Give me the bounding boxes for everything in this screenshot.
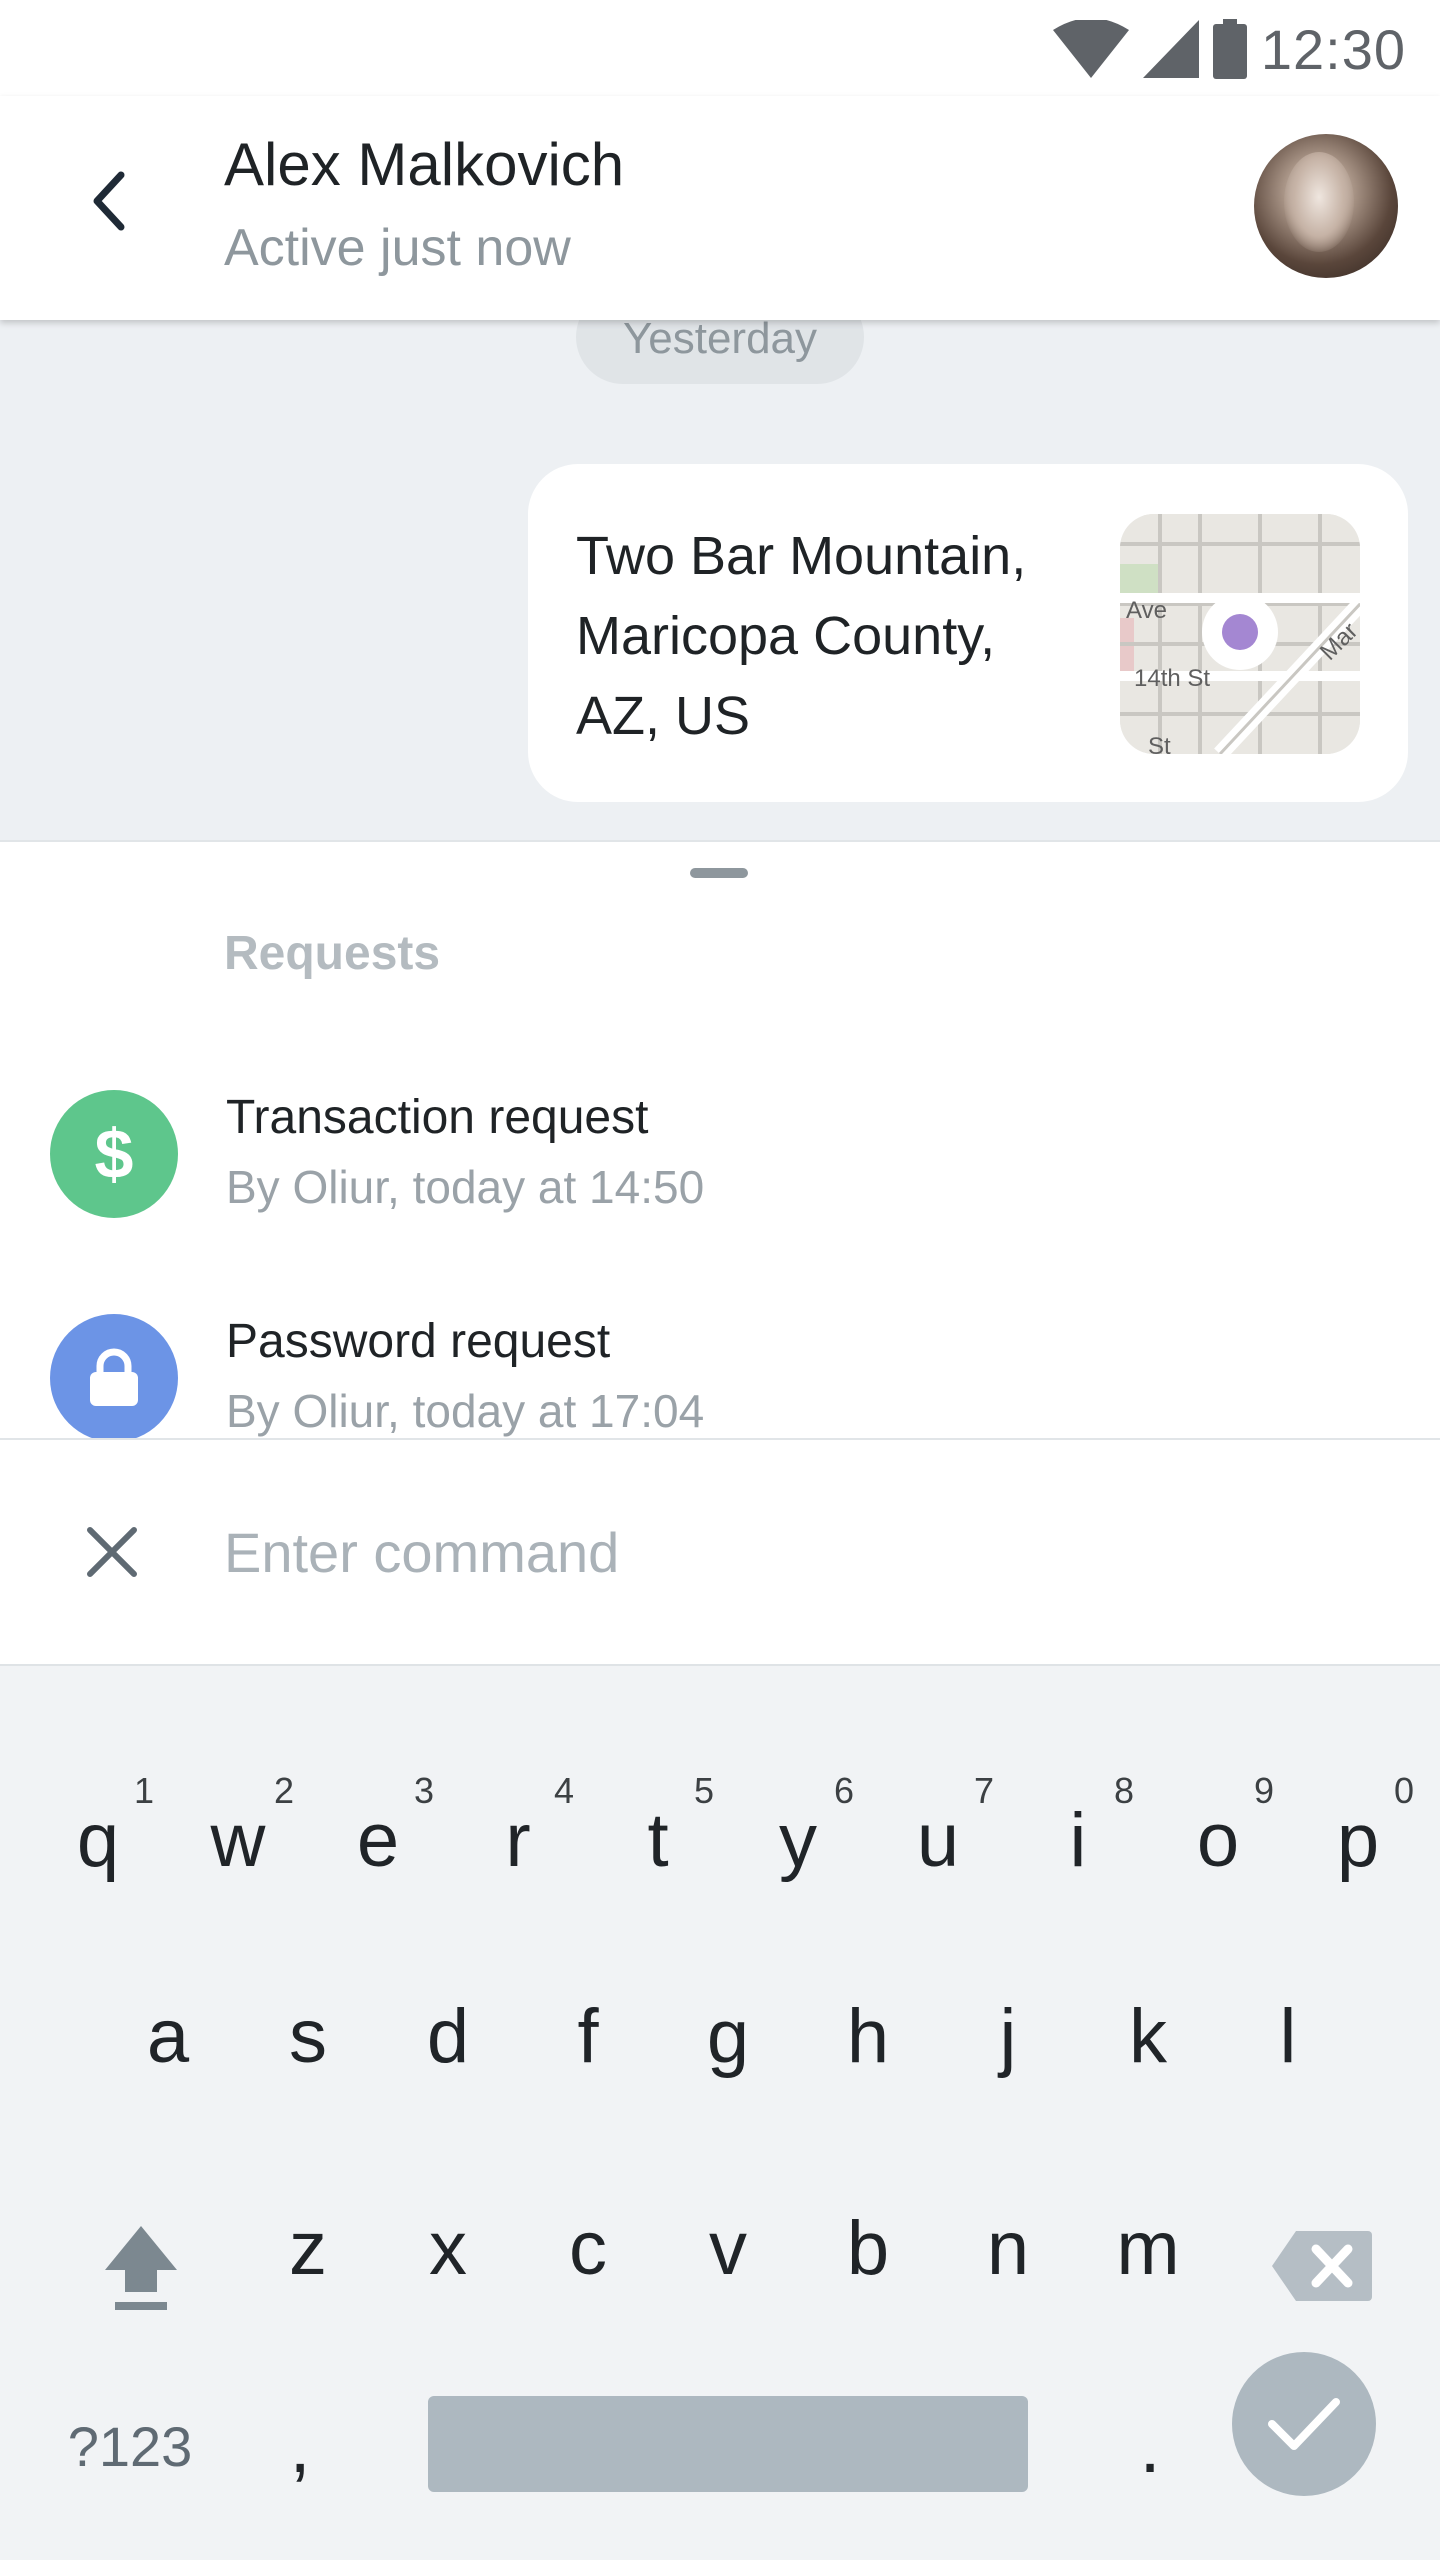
map-label-st: St bbox=[1148, 733, 1171, 754]
command-bar bbox=[0, 1438, 1440, 1666]
key-o[interactable]: o9 bbox=[1148, 1750, 1288, 1930]
key-label: e bbox=[356, 1797, 400, 1883]
key-t[interactable]: t5 bbox=[588, 1750, 728, 1930]
chat-area[interactable]: Yesterday Two Bar Mountain, Maricopa Cou… bbox=[0, 320, 1440, 840]
map-label-14th-st: 14th St bbox=[1134, 665, 1210, 692]
keyboard: q1w2e3r4t5y6u7i8o9p0 asdfghjkl zxcvbnm ?… bbox=[0, 1666, 1440, 2560]
key-label: y bbox=[779, 1797, 817, 1883]
key-m[interactable]: m bbox=[1078, 2158, 1218, 2338]
shift-key[interactable] bbox=[92, 2202, 190, 2332]
key-n[interactable]: n bbox=[938, 2158, 1078, 2338]
key-label: q bbox=[76, 1797, 120, 1883]
wifi-icon bbox=[1052, 20, 1129, 78]
location-message[interactable]: Two Bar Mountain, Maricopa County, AZ, U… bbox=[528, 464, 1408, 802]
key-k[interactable]: k bbox=[1078, 1946, 1218, 2126]
close-button[interactable] bbox=[64, 1504, 160, 1600]
key-f[interactable]: f bbox=[518, 1946, 658, 2126]
request-title: Password request bbox=[226, 1315, 611, 1368]
chat-header: Alex Malkovich Active just now bbox=[0, 96, 1440, 320]
status-icons: 12:30 bbox=[1052, 14, 1406, 84]
key-x[interactable]: x bbox=[378, 2158, 518, 2338]
key-u[interactable]: u7 bbox=[868, 1750, 1008, 1930]
key-number-hint: 4 bbox=[553, 1770, 574, 1811]
key-number-hint: 0 bbox=[1393, 1770, 1414, 1811]
key-z[interactable]: z bbox=[238, 2158, 378, 2338]
avatar[interactable] bbox=[1254, 134, 1398, 278]
key-d[interactable]: d bbox=[378, 1946, 518, 2126]
key-s[interactable]: s bbox=[238, 1946, 378, 2126]
request-title: Transaction request bbox=[226, 1091, 649, 1144]
key-label: r bbox=[505, 1797, 531, 1883]
key-number-hint: 2 bbox=[273, 1770, 294, 1811]
key-b[interactable]: b bbox=[798, 2158, 938, 2338]
key-h[interactable]: h bbox=[798, 1946, 938, 2126]
request-subtitle: By Oliur, today at 17:04 bbox=[226, 1385, 705, 1437]
map-thumbnail[interactable]: Ave 14th St Mar St bbox=[1120, 514, 1360, 754]
contact-status: Active just now bbox=[224, 219, 571, 277]
key-c[interactable]: c bbox=[518, 2158, 658, 2338]
status-bar: 12:30 bbox=[0, 0, 1440, 96]
chevron-left-icon bbox=[93, 171, 125, 231]
key-y[interactable]: y6 bbox=[728, 1750, 868, 1930]
battery-icon bbox=[1212, 19, 1247, 79]
command-input[interactable] bbox=[224, 1500, 1374, 1604]
key-number-hint: 3 bbox=[413, 1770, 434, 1811]
key-p[interactable]: p0 bbox=[1288, 1750, 1428, 1930]
checkmark-icon bbox=[1268, 2398, 1340, 2450]
key-number-hint: 5 bbox=[693, 1770, 714, 1811]
shift-arrow-icon bbox=[105, 2226, 177, 2310]
svg-text:$: $ bbox=[95, 1116, 134, 1192]
comma-key[interactable]: , bbox=[240, 2386, 360, 2506]
key-label: i bbox=[1069, 1797, 1087, 1883]
location-address: Two Bar Mountain, Maricopa County, AZ, U… bbox=[576, 516, 1096, 756]
key-r[interactable]: r4 bbox=[448, 1750, 588, 1930]
date-separator: Yesterday bbox=[576, 320, 864, 384]
location-line-3: AZ, US bbox=[576, 686, 751, 746]
sheet-drag-handle[interactable] bbox=[690, 868, 748, 878]
cellular-signal-icon bbox=[1142, 20, 1199, 78]
key-q[interactable]: q1 bbox=[28, 1750, 168, 1930]
close-icon bbox=[87, 1527, 137, 1577]
contact-name[interactable]: Alex Malkovich bbox=[224, 130, 624, 199]
key-number-hint: 1 bbox=[133, 1770, 154, 1811]
space-key[interactable] bbox=[428, 2396, 1028, 2492]
key-label: p bbox=[1336, 1797, 1380, 1883]
status-time: 12:30 bbox=[1260, 17, 1406, 81]
requests-title: Requests bbox=[224, 927, 441, 980]
map-graphic: Ave 14th St Mar St bbox=[1120, 514, 1360, 754]
back-button[interactable] bbox=[64, 156, 154, 246]
key-number-hint: 7 bbox=[973, 1770, 994, 1811]
key-label: t bbox=[647, 1797, 669, 1883]
key-e[interactable]: e3 bbox=[308, 1750, 448, 1930]
key-number-hint: 8 bbox=[1113, 1770, 1134, 1811]
request-item-transaction[interactable]: $ Transaction request By Oliur, today at… bbox=[0, 1090, 1440, 1270]
symbols-key[interactable]: ?123 bbox=[40, 2386, 220, 2506]
key-w[interactable]: w2 bbox=[168, 1750, 308, 1930]
requests-sheet: Requests $ Transaction request By Oliur,… bbox=[0, 840, 1440, 1440]
backspace-key[interactable] bbox=[1260, 2206, 1384, 2326]
request-subtitle: By Oliur, today at 14:50 bbox=[226, 1161, 705, 1213]
key-label: w bbox=[210, 1797, 266, 1883]
key-g[interactable]: g bbox=[658, 1946, 798, 2126]
backspace-icon bbox=[1272, 2231, 1372, 2301]
lock-icon bbox=[50, 1314, 178, 1440]
key-number-hint: 9 bbox=[1253, 1770, 1274, 1811]
key-l[interactable]: l bbox=[1218, 1946, 1358, 2126]
key-label: o bbox=[1196, 1797, 1240, 1883]
period-key[interactable]: . bbox=[1090, 2386, 1210, 2506]
request-item-password[interactable]: Password request By Oliur, today at 17:0… bbox=[0, 1314, 1440, 1440]
key-label: u bbox=[916, 1797, 960, 1883]
key-a[interactable]: a bbox=[98, 1946, 238, 2126]
key-i[interactable]: i8 bbox=[1008, 1750, 1148, 1930]
dollar-icon: $ bbox=[50, 1090, 178, 1218]
enter-key[interactable] bbox=[1232, 2352, 1376, 2496]
key-v[interactable]: v bbox=[658, 2158, 798, 2338]
key-j[interactable]: j bbox=[938, 1946, 1078, 2126]
map-label-ave: Ave bbox=[1126, 597, 1167, 624]
location-line-2: Maricopa County, bbox=[576, 606, 996, 666]
key-number-hint: 6 bbox=[833, 1770, 854, 1811]
location-line-1: Two Bar Mountain, bbox=[576, 526, 1027, 586]
